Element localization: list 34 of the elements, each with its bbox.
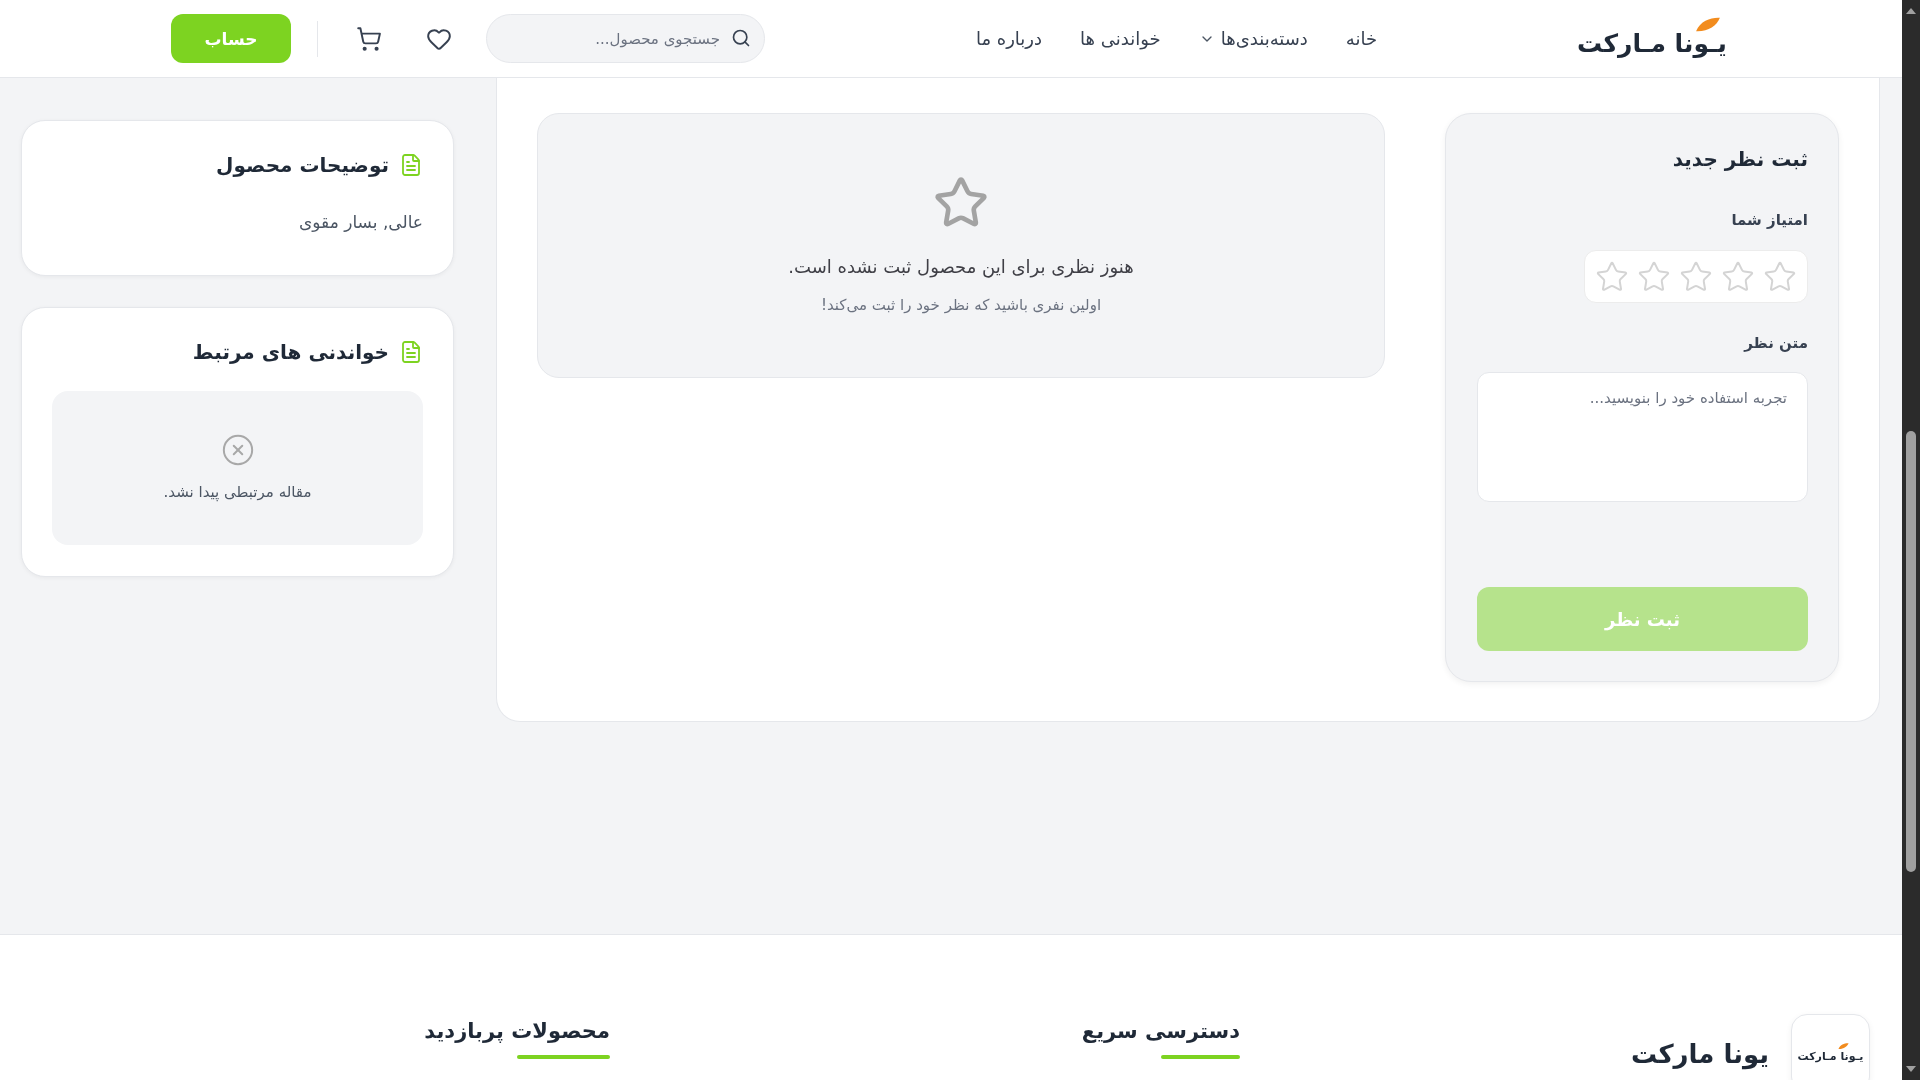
- card-title: خواندنی های مرتبط: [192, 339, 389, 366]
- logo: یـونا مـارکت: [1797, 1050, 1864, 1063]
- search-icon: [731, 28, 751, 48]
- empty-subtitle: اولین نفری باشید که نظر خود را ثبت می‌کند!: [820, 295, 1102, 316]
- leaf-icon: [1838, 1043, 1849, 1050]
- nav-link[interactable]: دسته‌بندی‌ها: [1198, 28, 1308, 49]
- nav-link[interactable]: خانه: [1345, 28, 1378, 49]
- card-title: توضیحات محصول: [216, 152, 389, 179]
- column-title: دسترسی سریع: [1081, 1018, 1240, 1045]
- cart-icon[interactable]: [356, 25, 382, 52]
- document-icon: [399, 340, 423, 364]
- comment-field[interactable]: تجربه استفاده خود را بنویسید...: [1477, 372, 1808, 502]
- star-icon[interactable]: [1721, 259, 1755, 294]
- column-title: محصولات پربازدید: [424, 1018, 610, 1045]
- nav-link[interactable]: خواندنی ها: [1080, 28, 1161, 49]
- star-icon[interactable]: [1763, 259, 1797, 294]
- circle-x-icon: [220, 433, 255, 467]
- rating-label: امتیاز شما: [1730, 210, 1808, 231]
- empty-message: مقاله مرتبطی پیدا نشد.: [163, 482, 312, 503]
- star-icon[interactable]: [1637, 259, 1671, 294]
- empty-title: هنوز نظری برای این محصول ثبت نشده است.: [788, 255, 1134, 280]
- logo[interactable]: یـونا مـارکت: [1577, 29, 1727, 58]
- brand-name: یونا مارکت: [1630, 1038, 1769, 1070]
- star-icon[interactable]: [1679, 259, 1713, 294]
- nav-link[interactable]: درباره ما: [975, 28, 1043, 49]
- scrollbar[interactable]: [1902, 0, 1920, 1080]
- leaf-icon: [1695, 17, 1721, 33]
- star-icon[interactable]: [1595, 259, 1629, 294]
- form-title: ثبت نظر جدید: [1671, 146, 1808, 173]
- star-rating[interactable]: [1584, 250, 1808, 303]
- description-text: عالی, بسار مقوی: [299, 211, 423, 234]
- document-icon: [399, 153, 423, 177]
- comment-label: متن نظر: [1742, 333, 1808, 354]
- search-field[interactable]: جستجوی محصول...: [486, 14, 765, 63]
